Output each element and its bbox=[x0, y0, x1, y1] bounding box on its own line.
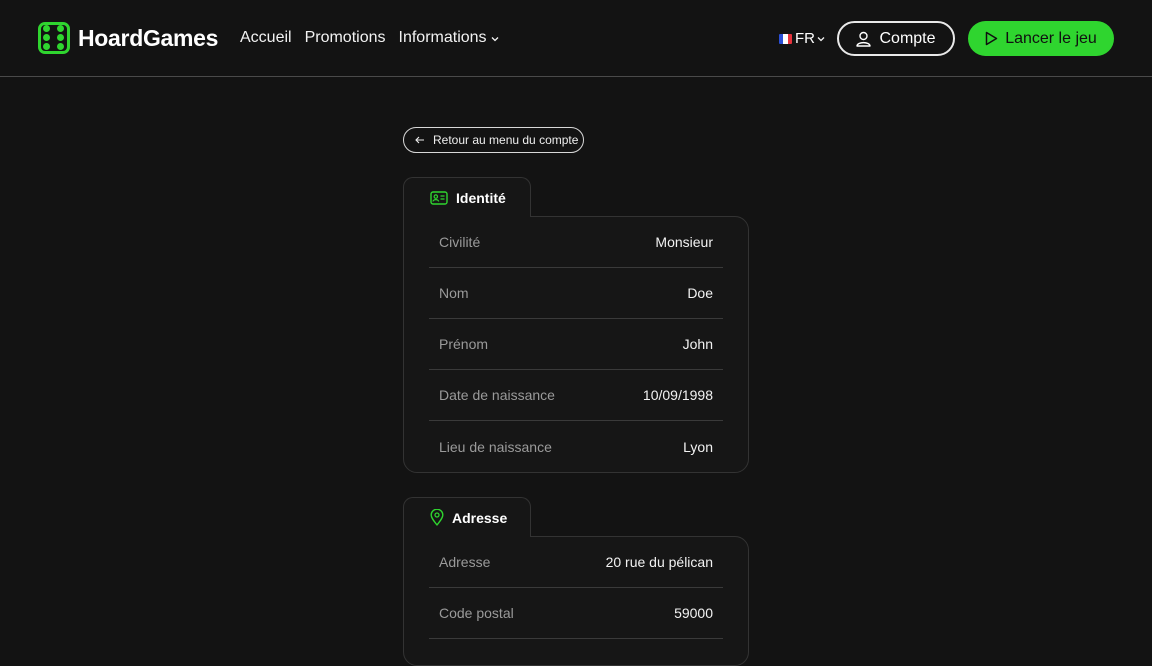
launch-game-label: Lancer le jeu bbox=[1005, 29, 1097, 47]
address-card: Adresse 20 rue du pélican Code postal 59… bbox=[403, 536, 749, 666]
address-section-tab: Adresse bbox=[403, 497, 531, 537]
language-code: FR bbox=[795, 30, 815, 47]
row-value: John bbox=[682, 336, 713, 352]
brand-logo[interactable]: HoardGames bbox=[38, 22, 218, 54]
row-value: 10/09/1998 bbox=[642, 387, 713, 403]
identity-row-nom: Nom Doe bbox=[429, 268, 723, 319]
row-label: Lieu de naissance bbox=[439, 438, 552, 455]
user-icon bbox=[856, 31, 872, 47]
row-label: Prénom bbox=[439, 336, 489, 352]
nav-item-informations[interactable]: Informations bbox=[399, 29, 499, 47]
address-section-title: Adresse bbox=[452, 509, 508, 526]
address-row-code-postal: Code postal 59000 bbox=[429, 588, 723, 639]
row-value: Monsieur bbox=[655, 234, 713, 250]
identity-row-date-naissance: Date de naissance 10/09/1998 bbox=[429, 370, 723, 421]
id-card-icon bbox=[430, 190, 448, 205]
launch-game-button[interactable]: Lancer le jeu bbox=[968, 21, 1114, 56]
row-value: Doe bbox=[687, 285, 713, 301]
identity-section-title: Identité bbox=[456, 189, 506, 206]
back-to-account-button[interactable]: Retour au menu du compte bbox=[403, 127, 584, 153]
account-button[interactable]: Compte bbox=[837, 21, 955, 56]
play-icon bbox=[985, 31, 998, 46]
nav-item-label: Accueil bbox=[240, 29, 292, 46]
map-pin-icon bbox=[430, 509, 444, 526]
row-value: 59000 bbox=[674, 605, 713, 621]
identity-row-prenom: Prénom John bbox=[429, 319, 723, 370]
main-nav: Accueil Promotions Informations bbox=[240, 29, 499, 47]
chevron-down-icon bbox=[817, 36, 825, 41]
identity-row-civilite: Civilité Monsieur bbox=[429, 217, 723, 268]
back-button-label: Retour au menu du compte bbox=[433, 133, 579, 147]
row-label: Date de naissance bbox=[439, 387, 555, 403]
row-label: Civilité bbox=[439, 234, 481, 250]
row-label: Adresse bbox=[439, 554, 491, 570]
nav-item-accueil[interactable]: Accueil bbox=[240, 29, 292, 47]
brand-name: HoardGames bbox=[78, 24, 219, 51]
row-label: Nom bbox=[439, 285, 469, 301]
account-button-label: Compte bbox=[879, 29, 936, 47]
row-label: Code postal bbox=[439, 605, 514, 621]
row-value: 20 rue du pélican bbox=[605, 554, 713, 570]
dice-icon bbox=[38, 22, 70, 54]
address-row-adresse: Adresse 20 rue du pélican bbox=[429, 537, 723, 588]
top-navbar: HoardGames Accueil Promotions Informatio… bbox=[0, 0, 1152, 77]
nav-item-label: Informations bbox=[398, 29, 487, 46]
identity-row-lieu-naissance: Lieu de naissance Lyon bbox=[429, 421, 723, 472]
nav-item-promotions[interactable]: Promotions bbox=[305, 29, 386, 47]
arrow-left-icon bbox=[415, 136, 424, 144]
france-flag-icon bbox=[779, 33, 792, 44]
language-selector[interactable]: FR bbox=[779, 30, 825, 47]
row-value: Lyon bbox=[683, 438, 713, 455]
nav-item-label: Promotions bbox=[304, 29, 386, 46]
chevron-down-icon bbox=[491, 37, 499, 42]
identity-card: Civilité Monsieur Nom Doe Prénom John Da… bbox=[403, 216, 749, 473]
identity-section-tab: Identité bbox=[403, 177, 531, 217]
